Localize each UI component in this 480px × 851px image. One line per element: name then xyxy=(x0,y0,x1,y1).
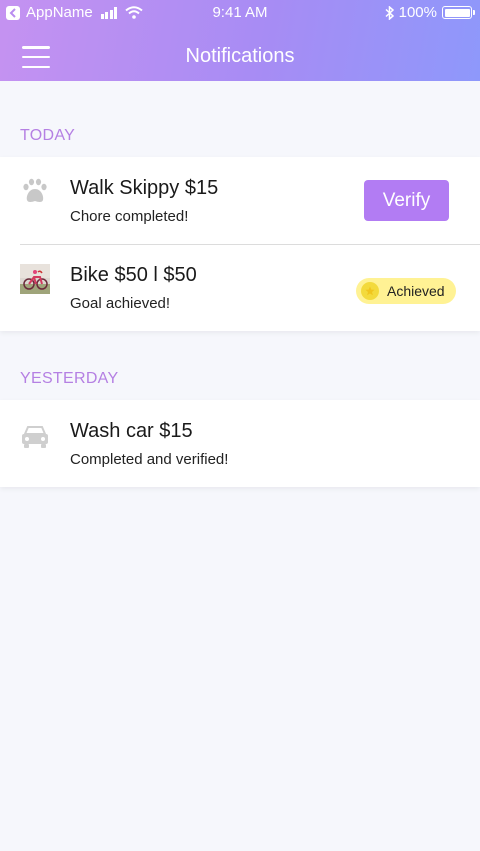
section-label-yesterday: YESTERDAY xyxy=(20,370,119,387)
bike-photo xyxy=(20,264,50,294)
notification-walk-skippy[interactable]: Walk Skippy $15 Chore completed! Verify xyxy=(0,157,480,244)
yesterday-card: Wash car $15 Completed and verified! xyxy=(0,400,480,487)
status-bar: AppName 9:41 AM 100% xyxy=(0,0,480,26)
page-title: Notifications xyxy=(185,45,295,67)
paw-icon xyxy=(23,178,47,202)
notification-wash-car[interactable]: Wash car $15 Completed and verified! xyxy=(0,400,480,487)
notification-title: Walk Skippy $15 xyxy=(70,177,219,199)
today-card: Walk Skippy $15 Chore completed! Verify … xyxy=(0,157,480,331)
notification-title: Bike $50 l $50 xyxy=(70,264,197,286)
verify-button[interactable]: Verify xyxy=(364,180,449,221)
battery-icon xyxy=(442,6,475,19)
badge-label: Achieved xyxy=(387,283,445,299)
header: AppName 9:41 AM 100% Notifications xyxy=(0,0,480,81)
status-right: 100% xyxy=(385,4,475,21)
car-icon xyxy=(22,426,48,448)
bluetooth-icon xyxy=(385,5,394,20)
star-icon xyxy=(361,282,379,300)
notification-subtitle: Goal achieved! xyxy=(70,295,171,312)
achieved-badge: Achieved xyxy=(356,278,456,304)
notification-subtitle: Completed and verified! xyxy=(70,451,229,468)
notification-title: Wash car $15 xyxy=(70,420,193,442)
section-label-today: TODAY xyxy=(20,127,76,144)
notification-bike[interactable]: Bike $50 l $50 Goal achieved! Achieved xyxy=(0,244,480,331)
notification-subtitle: Chore completed! xyxy=(70,208,189,225)
battery-percent: 100% xyxy=(398,4,437,21)
